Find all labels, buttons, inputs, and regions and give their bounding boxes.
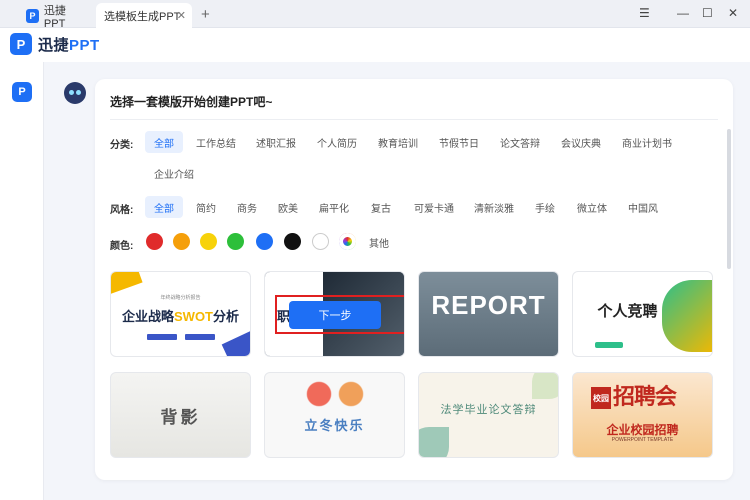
template-title: 法学毕业论文答辩	[440, 404, 537, 416]
category-label: 分类:	[110, 140, 134, 151]
title-part: 企业战略	[121, 309, 174, 324]
template-back-view[interactable]: 背影	[110, 372, 251, 458]
decoration	[595, 342, 623, 348]
minimize-button[interactable]: —	[677, 6, 689, 20]
brand-name-en: PPT	[69, 36, 100, 54]
template-title: REPORT	[431, 290, 546, 320]
category-education[interactable]: 教育培训	[369, 131, 427, 153]
new-tab-button[interactable]: +	[201, 6, 210, 23]
scrollbar[interactable]	[727, 129, 731, 269]
category-resume[interactable]: 个人简历	[308, 131, 366, 153]
category-debriefing[interactable]: 述职汇报	[247, 131, 305, 153]
app-logo-icon: P	[26, 8, 39, 23]
category-thesis[interactable]: 论文答辩	[491, 131, 549, 153]
brand-logo-icon: P	[10, 33, 32, 55]
style-retro[interactable]: 复古	[362, 196, 400, 218]
decoration	[419, 427, 449, 457]
style-3d[interactable]: 微立体	[568, 196, 616, 218]
decoration	[221, 330, 250, 356]
template-debrief[interactable]: 职 下一步	[264, 271, 405, 357]
template-title: 企业校园招聘	[606, 423, 679, 437]
template-title: 个人竞聘	[597, 303, 658, 320]
template-card: 选择一套模版开始创建PPT吧~ 分类: 全部 工作总结 述职汇报 个人简历 教育…	[95, 79, 733, 480]
category-company-intro[interactable]: 企业介绍	[145, 162, 203, 184]
page-title: 选择一套模版开始创建PPT吧~	[110, 95, 273, 109]
menu-icon[interactable]: ☰	[639, 6, 650, 20]
color-label: 颜色:	[110, 241, 134, 252]
color-blue-swatch[interactable]	[256, 233, 273, 250]
assistant-bot-icon	[64, 82, 86, 104]
template-title: 背影	[160, 408, 201, 427]
brand[interactable]: P 迅捷PPT	[10, 33, 100, 55]
decoration	[185, 334, 215, 340]
title-part: 分析	[213, 309, 240, 324]
color-red-swatch[interactable]	[146, 233, 163, 250]
title-part: SWOT	[174, 309, 213, 324]
color-black-swatch[interactable]	[284, 233, 301, 250]
color-rainbow-swatch[interactable]	[339, 233, 356, 250]
style-fresh[interactable]: 清新淡雅	[465, 196, 523, 218]
highlight-box	[275, 295, 404, 334]
template-competition[interactable]: 个人竞聘	[572, 271, 713, 357]
close-window-button[interactable]: ✕	[728, 6, 738, 20]
color-yellow-swatch[interactable]	[200, 233, 217, 250]
style-simple[interactable]: 简约	[187, 196, 225, 218]
brand-name: 迅捷PPT	[38, 34, 100, 55]
color-other[interactable]: 其他	[369, 235, 389, 250]
color-orange-swatch[interactable]	[173, 233, 190, 250]
template-winter[interactable]: 立冬快乐	[264, 372, 405, 458]
decoration	[295, 379, 375, 409]
template-report[interactable]: REPORT	[418, 271, 559, 357]
style-cartoon[interactable]: 可爱卡通	[405, 196, 463, 218]
app-header: P 迅捷PPT	[0, 28, 750, 62]
tab-label: 迅捷PPT	[43, 4, 66, 30]
color-white-swatch[interactable]	[312, 233, 329, 250]
style-all[interactable]: 全部	[145, 196, 183, 218]
category-business-plan[interactable]: 商业计划书	[613, 131, 681, 153]
divider	[110, 119, 718, 120]
decoration	[111, 272, 143, 296]
template-stamp: 校园	[591, 387, 611, 409]
template-thesis[interactable]: 法学毕业论文答辩	[418, 372, 559, 458]
template-subtitle: 年终战略分析报告	[160, 295, 201, 301]
category-holidays[interactable]: 节假节日	[430, 131, 488, 153]
style-chinese[interactable]: 中国风	[619, 196, 667, 218]
left-rail: P	[0, 62, 44, 500]
style-business[interactable]: 商务	[228, 196, 266, 218]
category-all[interactable]: 全部	[145, 131, 183, 153]
brand-name-cn: 迅捷	[38, 36, 70, 54]
style-western[interactable]: 欧美	[269, 196, 307, 218]
style-flat[interactable]: 扁平化	[310, 196, 358, 218]
tab-close-icon[interactable]: ✕	[177, 9, 186, 22]
color-green-swatch[interactable]	[227, 233, 244, 250]
style-label: 风格:	[110, 205, 134, 216]
category-work-summary[interactable]: 工作总结	[187, 131, 245, 153]
template-recruitment[interactable]: 校园 招聘会 企业校园招聘 POWERPOINT TEMPLATE	[572, 372, 713, 458]
decoration	[147, 334, 177, 340]
category-ceremony[interactable]: 会议庆典	[552, 131, 610, 153]
template-big-title: 招聘会	[613, 384, 677, 409]
template-subtitle: POWERPOINT TEMPLATE	[611, 437, 674, 443]
tab-app[interactable]: P 迅捷PPT	[18, 3, 92, 30]
template-title: 立冬快乐	[304, 418, 365, 433]
template-swot[interactable]: 年终战略分析报告 企业战略SWOT分析	[110, 271, 251, 357]
decoration	[532, 373, 558, 399]
rail-ppt-icon[interactable]: P	[12, 82, 32, 102]
template-title: 企业战略SWOT分析	[111, 306, 250, 325]
tab-label: 选模板生成PPT	[104, 10, 181, 23]
style-handdrawn[interactable]: 手绘	[526, 196, 564, 218]
title-bar: P 迅捷PPT 选模板生成PPT ✕ + ☰ — ☐ ✕	[0, 0, 750, 30]
tab-template[interactable]: 选模板生成PPT ✕	[96, 3, 192, 28]
maximize-button[interactable]: ☐	[702, 6, 713, 20]
